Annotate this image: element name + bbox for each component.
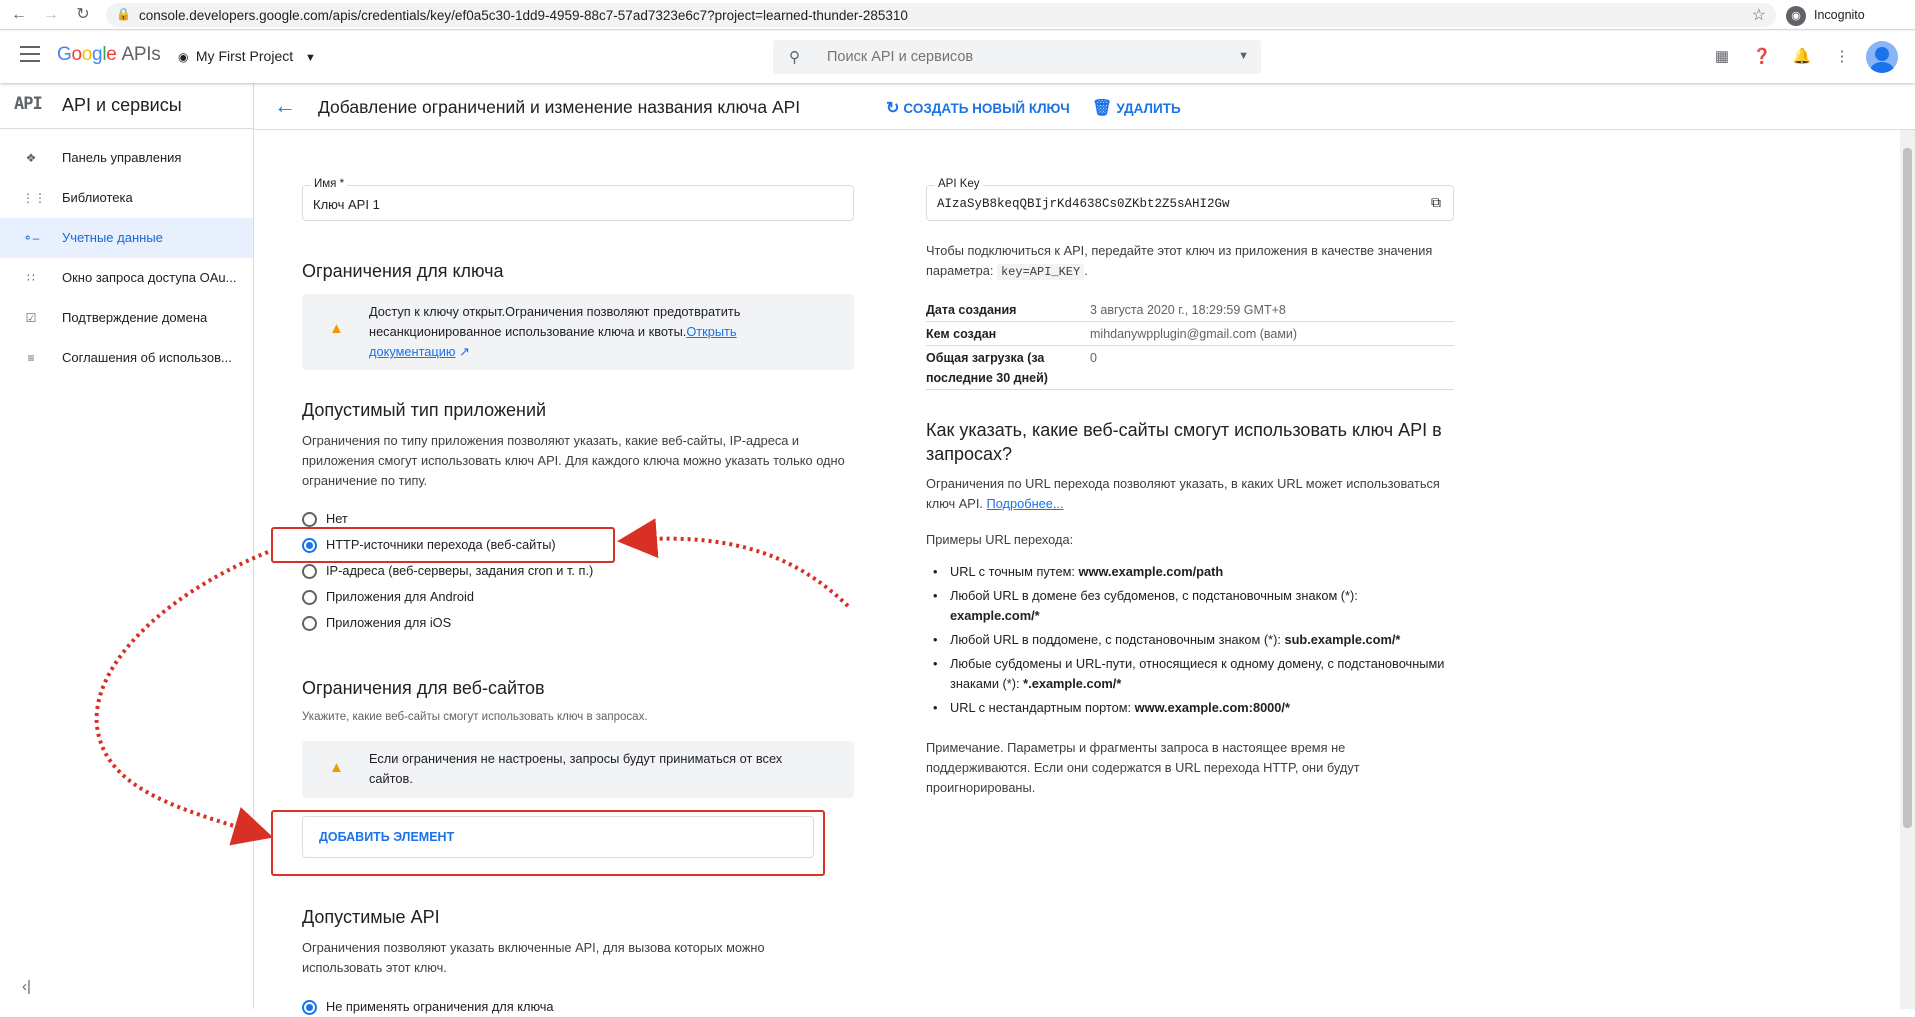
examples-list: URL с точным путем: www.example.com/path…	[926, 562, 1446, 722]
howto-description: Ограничения по URL перехода позволяют ук…	[926, 476, 1440, 511]
api-key-label: API Key	[935, 178, 983, 190]
google-apis-logo[interactable]: Google APIs	[57, 44, 161, 66]
search-box[interactable]: ⚲ ▼	[773, 40, 1261, 74]
search-input[interactable]	[827, 40, 1207, 74]
list-item: URL с нестандартным портом: www.example.…	[926, 698, 1446, 718]
notifications-icon[interactable]: 🔔	[1792, 47, 1812, 67]
list-item: Любой URL в домене без субдоменов, с под…	[926, 586, 1446, 626]
project-name: My First Project	[195, 48, 294, 64]
examples-title: Примеры URL перехода:	[926, 532, 1074, 547]
key-param-code: key=API_KEY	[996, 264, 1085, 280]
help-icon[interactable]: ❓	[1752, 47, 1772, 67]
search-icon: ⚲	[789, 49, 800, 66]
note-text: Примечание. Параметры и фрагменты запрос…	[926, 740, 1360, 795]
list-item: URL с точным путем: www.example.com/path	[926, 562, 1446, 582]
list-item: Любые субдомены и URL-пути, относящиеся …	[926, 654, 1446, 694]
search-dropdown-icon[interactable]: ▼	[1238, 50, 1249, 62]
more-vert-icon[interactable]: ⋮	[1832, 47, 1852, 67]
detail-row-usage: Общая загрузка (за последние 30 дней) 0	[926, 348, 1454, 390]
caret-down-icon: ▼	[305, 52, 316, 64]
list-item: Любой URL в поддомене, с подстановочным …	[926, 630, 1446, 650]
gift-icon[interactable]: ▦	[1712, 47, 1732, 67]
api-key-field[interactable]: API Key AIzaSyB8keqQBIjrKd4638Cs0ZKbt2Z5…	[926, 178, 1454, 221]
api-key-value[interactable]: AIzaSyB8keqQBIjrKd4638Cs0ZKbt2Z5sAHI2Gw	[937, 197, 1230, 211]
detail-row-created: Дата создания 3 августа 2020 г., 18:29:5…	[926, 300, 1454, 322]
app-top-bar: GoogleAPIs ◉ My First Project ▼ ⚲ ▼ ▦ ❓ …	[0, 31, 1915, 83]
avatar[interactable]	[1866, 41, 1898, 73]
copy-icon[interactable]: ⧉	[1431, 194, 1441, 211]
learn-more-link[interactable]: Подробнее...	[987, 496, 1064, 511]
howto-title: Как указать, какие веб-сайты смогут испо…	[926, 420, 1442, 464]
arrow-to-add-item	[94, 550, 274, 846]
arrow-to-http-option	[617, 518, 850, 608]
detail-row-creator: Кем создан mihdanywpplugin@gmail.com (ва…	[926, 324, 1454, 346]
connect-instructions: Чтобы подключиться к API, передайте этот…	[926, 243, 1433, 280]
project-icon: ◉	[178, 50, 189, 64]
project-selector[interactable]: ◉ My First Project ▼	[178, 48, 316, 64]
menu-icon[interactable]	[20, 46, 40, 62]
